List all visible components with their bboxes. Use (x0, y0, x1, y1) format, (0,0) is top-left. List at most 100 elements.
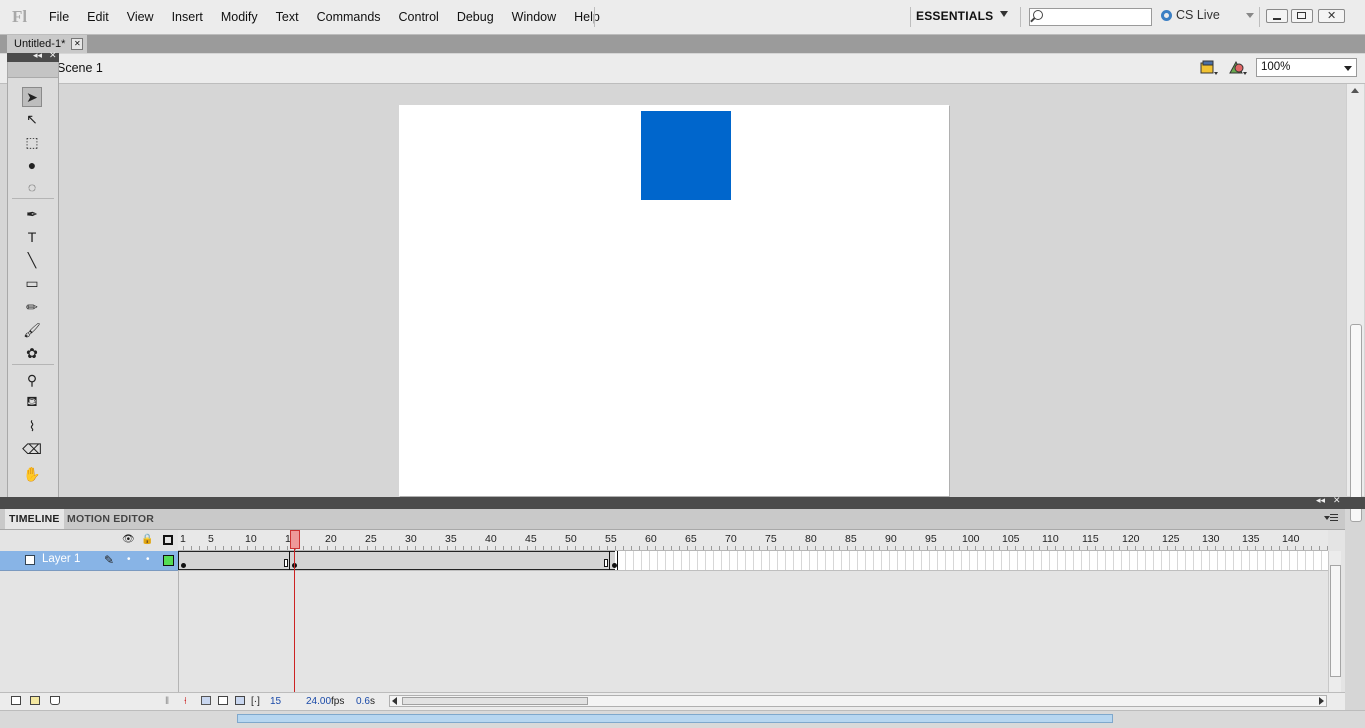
scroll-up-icon[interactable] (1351, 88, 1359, 93)
menu-view[interactable]: View (118, 10, 163, 24)
new-folder-icon[interactable] (30, 696, 40, 705)
ruler-tick (543, 546, 544, 550)
pencil-tool-icon[interactable]: ✏ (22, 297, 42, 317)
close-window-button[interactable] (1318, 9, 1345, 23)
end-frame-marker[interactable] (604, 559, 608, 567)
menu-debug[interactable]: Debug (448, 10, 503, 24)
edit-multiple-frames-icon[interactable] (235, 696, 245, 705)
tween-span[interactable] (289, 551, 615, 570)
resize-grip-icon[interactable]: ‖ (165, 696, 169, 707)
menu-text[interactable]: Text (267, 10, 308, 24)
menu-insert[interactable]: Insert (163, 10, 212, 24)
timeline-vertical-scrollbar[interactable] (1328, 551, 1341, 693)
onion-skin-outlines-icon[interactable] (218, 696, 228, 705)
eyedropper-tool-icon[interactable]: ⌇ (22, 416, 42, 436)
line-tool-icon[interactable]: ╲ (22, 250, 42, 270)
ruler-tick (951, 546, 952, 550)
ruler-tick (647, 546, 648, 550)
bottom-scrollbar[interactable] (0, 710, 1365, 728)
edit-scene-icon[interactable] (1200, 60, 1218, 76)
tab-timeline[interactable]: TIMELINE (5, 509, 64, 529)
menu-modify[interactable]: Modify (212, 10, 267, 24)
chevron-down-icon[interactable] (1000, 11, 1008, 17)
stage-vertical-scrollbar[interactable] (1346, 84, 1364, 522)
3d-rotation-tool-icon[interactable]: ● (22, 155, 42, 175)
playhead[interactable] (290, 530, 300, 549)
ruler-tick (639, 546, 640, 550)
frame-number-label: 120 (1122, 533, 1140, 545)
menu-help[interactable]: Help (565, 10, 609, 24)
panel-menu-icon[interactable] (1324, 514, 1338, 524)
lock-icon[interactable]: 🔒 (141, 534, 153, 545)
selection-tool-icon[interactable]: ➤ (22, 87, 42, 107)
cs-live-button[interactable]: CS Live (1161, 8, 1220, 22)
ruler-tick (383, 546, 384, 550)
ruler-tick (559, 546, 560, 550)
lasso-tool-icon[interactable]: ◌ (22, 177, 42, 197)
minimize-button[interactable] (1266, 9, 1288, 23)
panel-grip[interactable] (8, 62, 58, 78)
ruler-tick (1103, 546, 1104, 550)
keyframe-marker[interactable] (181, 563, 186, 568)
ruler-tick (615, 546, 616, 550)
onion-skin-icon[interactable] (201, 696, 211, 705)
hand-tool-icon[interactable]: ✋ (22, 464, 42, 484)
scroll-right-icon[interactable] (1319, 697, 1324, 705)
collapse-icon[interactable]: ◂◂ (33, 50, 42, 61)
ruler-tick (1207, 546, 1208, 550)
timeline-horizontal-scrollbar[interactable] (389, 695, 1327, 707)
menu-edit[interactable]: Edit (78, 10, 118, 24)
tab-motion-editor[interactable]: MOTION EDITOR (63, 509, 158, 529)
menu-commands[interactable]: Commands (308, 10, 390, 24)
layer-outline-color[interactable] (163, 555, 174, 566)
blue-square-shape[interactable] (641, 111, 731, 200)
menu-window[interactable]: Window (503, 10, 565, 24)
collapse-icon[interactable]: ◂◂ (1316, 495, 1325, 506)
document-tab[interactable]: Untitled-1* ✕ (7, 35, 88, 53)
scrollbar-thumb[interactable] (402, 697, 588, 705)
chevron-down-icon[interactable] (1246, 13, 1254, 18)
text-tool-icon[interactable]: T (22, 227, 42, 247)
ruler-tick (927, 546, 928, 550)
pen-tool-icon[interactable]: ✒ (22, 204, 42, 224)
layer-name[interactable]: Layer 1 (42, 553, 80, 565)
help-search-input[interactable] (1029, 8, 1152, 26)
center-frame-icon[interactable]: ⍿ (184, 696, 187, 707)
brush-tool-icon[interactable]: 🖌 (22, 320, 42, 340)
eye-icon[interactable]: 👁 (122, 534, 135, 545)
paint-bucket-tool-icon[interactable]: ⛾ (22, 392, 42, 412)
rectangle-tool-icon[interactable]: ▭ (22, 273, 42, 293)
menu-control[interactable]: Control (390, 10, 448, 24)
menu-file[interactable]: File (40, 10, 78, 24)
visibility-dot[interactable]: • (127, 554, 131, 565)
end-frame-marker[interactable] (284, 559, 288, 567)
restore-button[interactable] (1291, 9, 1313, 23)
scrollbar-thumb[interactable] (1350, 324, 1362, 522)
close-tab-icon[interactable]: ✕ (71, 38, 84, 50)
edit-symbols-icon[interactable] (1228, 60, 1248, 76)
free-transform-tool-icon[interactable]: ⬚ (22, 132, 42, 152)
tween-span[interactable] (179, 551, 289, 570)
close-icon[interactable]: ✕ (49, 50, 57, 61)
scene-breadcrumb[interactable]: Scene 1 (57, 61, 103, 75)
eraser-tool-icon[interactable]: ⌫ (22, 439, 42, 459)
zoom-select[interactable]: 100% (1256, 58, 1357, 77)
scroll-left-icon[interactable] (392, 697, 397, 705)
workspace-switcher[interactable]: ESSENTIALS (916, 9, 993, 23)
lock-dot[interactable]: • (146, 554, 150, 565)
frame-rate[interactable]: 24.00 (306, 696, 331, 707)
new-layer-icon[interactable] (11, 696, 21, 705)
outline-icon[interactable] (163, 535, 173, 545)
ruler-tick (711, 546, 712, 550)
deco-tool-icon[interactable]: ✿ (22, 343, 42, 363)
scrollbar-thumb[interactable] (1330, 565, 1341, 677)
subselection-tool-icon[interactable]: ↖ (22, 109, 42, 129)
bone-tool-icon[interactable]: ⚲ (22, 370, 42, 390)
close-icon[interactable]: ✕ (1333, 495, 1341, 506)
current-frame[interactable]: 15 (270, 696, 281, 707)
modify-onion-markers-icon[interactable]: [·] (251, 696, 260, 707)
layer-panel-divider[interactable] (178, 570, 179, 692)
ruler-tick (495, 546, 496, 550)
delete-layer-icon[interactable] (50, 696, 60, 705)
scrollbar-thumb[interactable] (237, 714, 1113, 723)
